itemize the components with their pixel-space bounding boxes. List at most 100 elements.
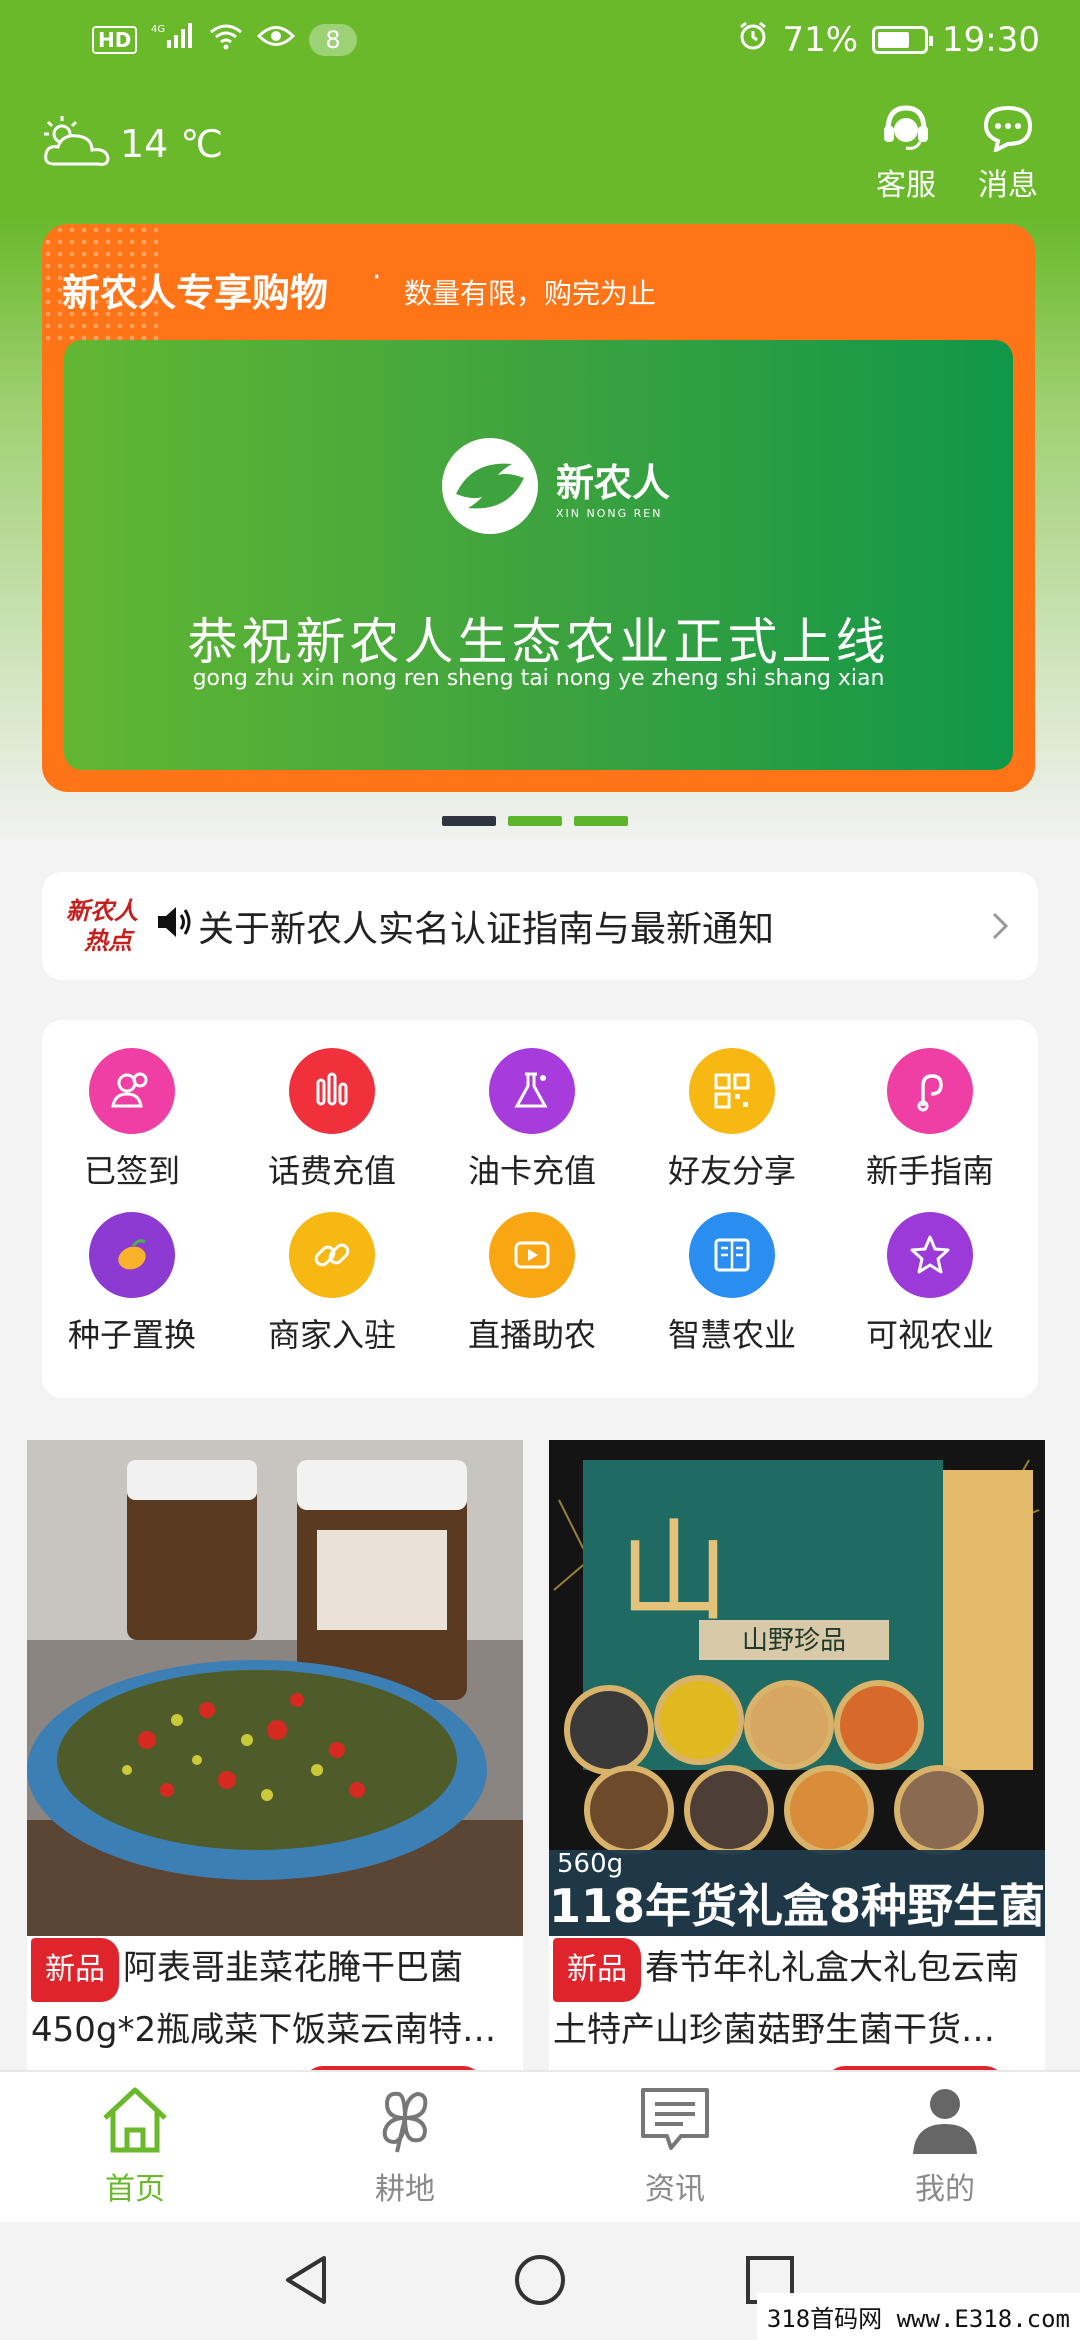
battery-icon xyxy=(872,26,934,54)
svg-text:4G: 4G xyxy=(151,24,165,35)
grid-item-guide[interactable]: 新手指南 xyxy=(840,1048,1020,1192)
banner-pager xyxy=(442,816,628,826)
grid-item-seed-exchange[interactable]: 种子置换 xyxy=(42,1212,222,1356)
hot-news-logo-top: 新农人 xyxy=(66,897,138,925)
bar-chart-icon xyxy=(289,1048,375,1134)
video-play-icon xyxy=(489,1212,575,1298)
notification-count-badge: 8 xyxy=(309,23,357,56)
pager-dot[interactable] xyxy=(508,816,562,826)
grid-label: 话费充值 xyxy=(267,1152,396,1190)
signal-icon: 4G xyxy=(151,22,195,57)
svg-text:山: 山 xyxy=(619,1508,729,1636)
grid-label: 直播助农 xyxy=(467,1316,596,1354)
tab-farmland-label: 耕地 xyxy=(375,2172,435,2207)
promo-banner[interactable]: 新农人专享购物 · 数量有限，购完为止 新农人 XIN NONG REN 恭祝新… xyxy=(42,224,1035,792)
tab-profile[interactable]: 我的 xyxy=(855,2084,1035,2208)
svg-text:山野珍品: 山野珍品 xyxy=(742,1626,846,1656)
cloud-sun-icon xyxy=(40,112,114,176)
grid-label: 可视农业 xyxy=(865,1316,994,1354)
customer-service-label: 客服 xyxy=(876,168,936,203)
app-header: 14 ℃ 客服 消息 xyxy=(0,84,1080,216)
news-ticker-text: 关于新农人实名认证指南与最新通知 xyxy=(198,909,775,950)
system-navigation-bar: 318首码网 www.E318.com xyxy=(0,2222,1080,2340)
home-icon xyxy=(97,2087,173,2160)
alarm-icon xyxy=(738,20,768,60)
status-right: 71% 19:30 xyxy=(738,20,1040,60)
chat-bubble-icon xyxy=(982,105,1034,156)
grid-label: 商家入驻 xyxy=(267,1316,396,1354)
grid-item-smart-farming[interactable]: 智慧农业 xyxy=(642,1212,822,1356)
qr-code-icon xyxy=(689,1048,775,1134)
tab-home[interactable]: 首页 xyxy=(45,2084,225,2208)
eye-icon xyxy=(257,23,296,56)
product-info: 新品 阿表哥韭菜花腌干巴菌450g*2瓶咸菜下饭菜云南特… xyxy=(27,1936,523,2050)
wifi-icon xyxy=(209,22,243,57)
clover-icon xyxy=(367,2091,443,2160)
banner-subtitle: 数量有限，购完为止 xyxy=(404,277,657,310)
pager-dot[interactable] xyxy=(574,816,628,826)
home-circle-icon[interactable] xyxy=(512,2252,568,2312)
flask-icon xyxy=(489,1048,575,1134)
customer-service-button[interactable]: 客服 xyxy=(866,104,946,204)
banner-image: 新农人 XIN NONG REN 恭祝新农人生态农业正式上线 gong zhu … xyxy=(64,340,1013,770)
product-title-wrap: 新品 春节年礼礼盒大礼包云南土特产山珍菌菇野生菌干货… xyxy=(553,1938,1045,2050)
weather-widget[interactable]: 14 ℃ xyxy=(40,112,223,176)
hot-news-logo-bottom: 热点 xyxy=(84,927,132,955)
mango-icon xyxy=(89,1212,175,1298)
watermark: 318首码网 www.E318.com xyxy=(756,2293,1080,2340)
status-left: HD 4G 8 xyxy=(92,22,357,57)
product-title-wrap: 新品 阿表哥韭菜花腌干巴菌450g*2瓶咸菜下饭菜云南特… xyxy=(31,1938,523,2050)
grid-item-phone-recharge[interactable]: 话费充值 xyxy=(242,1048,422,1192)
back-icon[interactable] xyxy=(280,2252,330,2312)
battery-percent: 71% xyxy=(782,20,859,60)
grid-item-live-stream[interactable]: 直播助农 xyxy=(442,1212,622,1356)
tab-news[interactable]: 资讯 xyxy=(585,2084,765,2208)
product-info: 新品 春节年礼礼盒大礼包云南土特产山珍菌菇野生菌干货… xyxy=(549,1936,1045,2050)
svg-text:118年货礼盒8种野生菌: 118年货礼盒8种野生菌 xyxy=(549,1879,1045,1933)
svg-text:560g: 560g xyxy=(557,1849,623,1879)
tab-news-label: 资讯 xyxy=(645,2172,705,2207)
product-card[interactable]: 山 山野珍品 560g 118年货礼盒8种野生菌 新品 春节年礼礼盒大礼包云南土特… xyxy=(549,1440,1045,2080)
tab-farmland[interactable]: 耕地 xyxy=(315,2084,495,2208)
chat-news-icon xyxy=(637,2088,713,2160)
chevron-right-icon[interactable] xyxy=(980,902,1020,950)
new-product-tag: 新品 xyxy=(553,1938,641,2002)
banner-headline: 恭祝新农人生态农业正式上线 xyxy=(187,613,890,671)
grid-item-share[interactable]: 好友分享 xyxy=(642,1048,822,1192)
chain-link-icon xyxy=(289,1212,375,1298)
product-card[interactable]: 新品 阿表哥韭菜花腌干巴菌450g*2瓶咸菜下饭菜云南特… xyxy=(27,1440,523,2080)
logo-name: 新农人 xyxy=(556,461,671,505)
banner-title: 新农人专享购物 xyxy=(62,271,329,315)
grid-label: 好友分享 xyxy=(667,1152,796,1190)
new-product-tag: 新品 xyxy=(31,1938,119,2002)
messages-label: 消息 xyxy=(978,168,1038,203)
grid-label: 智慧农业 xyxy=(667,1316,796,1354)
grid-item-merchant[interactable]: 商家入驻 xyxy=(242,1212,422,1356)
hot-news-logo: 新农人 热点 xyxy=(66,896,156,956)
book-icon xyxy=(689,1212,775,1298)
messages-button[interactable]: 消息 xyxy=(968,104,1048,204)
status-bar: HD 4G 8 71% 19:30 xyxy=(0,0,1080,84)
pager-dot-active[interactable] xyxy=(442,816,496,826)
star-icon xyxy=(887,1212,973,1298)
user-group-icon xyxy=(89,1048,175,1134)
weather-temperature: 14 ℃ xyxy=(120,122,224,166)
hd-indicator: HD xyxy=(92,25,138,54)
grid-item-checkin[interactable]: 已签到 xyxy=(42,1048,222,1192)
profile-icon xyxy=(907,2089,983,2160)
news-ticker[interactable]: 新农人 热点 关于新农人实名认证指南与最新通知 xyxy=(42,872,1038,980)
logo-pinyin: XIN NONG REN xyxy=(556,507,663,520)
pickled-vegetables-photo xyxy=(27,1440,523,1936)
brand-logo: 新农人 XIN NONG REN xyxy=(442,438,670,534)
mushroom-gift-box-photo: 山 山野珍品 560g 118年货礼盒8种野生菌 xyxy=(549,1440,1045,1936)
tab-profile-label: 我的 xyxy=(915,2172,975,2207)
grid-item-fuel-card[interactable]: 油卡充值 xyxy=(442,1048,622,1192)
grid-label: 种子置换 xyxy=(67,1316,196,1354)
headset-icon xyxy=(880,105,932,156)
bottom-navigation: 首页 耕地 资讯 我的 xyxy=(0,2070,1080,2222)
grid-item-visual-farming[interactable]: 可视农业 xyxy=(840,1212,1020,1356)
banner-pinyin: gong zhu xin nong ren sheng tai nong ye … xyxy=(192,666,885,691)
speaker-icon xyxy=(154,902,194,951)
tab-home-label: 首页 xyxy=(105,2172,165,2207)
link-s-icon xyxy=(887,1048,973,1134)
